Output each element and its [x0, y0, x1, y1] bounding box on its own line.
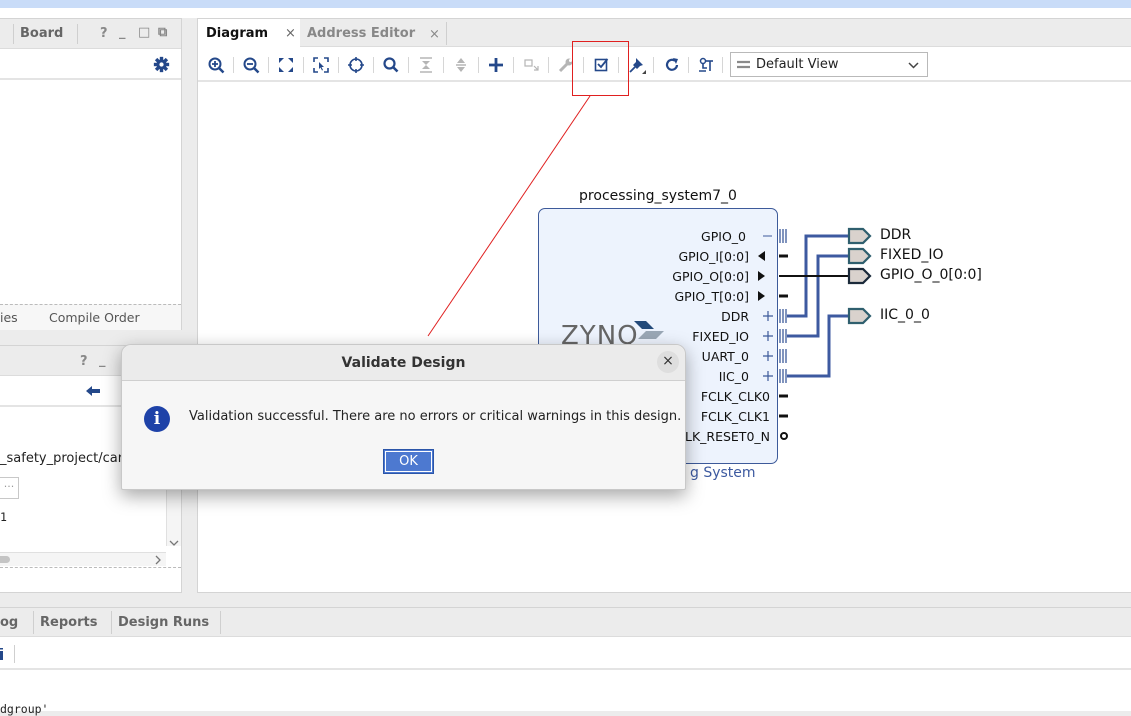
tab-separator: [33, 611, 34, 634]
ok-button[interactable]: OK: [383, 449, 434, 474]
info-icon: i: [144, 406, 170, 432]
ext-port-gpio-o-shape: [847, 267, 872, 285]
external-port-ddr[interactable]: DDR: [880, 227, 911, 243]
marker-gpio-i: [758, 251, 765, 261]
toolbar-separator: [14, 645, 15, 663]
console-line: dgroup': [0, 702, 49, 716]
bottom-tabbar: og Reports Design Runs: [0, 608, 1131, 637]
marker-gpio-o: [758, 271, 765, 281]
external-port-fixed-io[interactable]: FIXED_IO: [880, 247, 944, 263]
bus-wires: [787, 234, 848, 378]
wire-fixed-io: [787, 254, 848, 338]
tab-reports[interactable]: Reports: [40, 615, 97, 630]
external-port-gpio-o[interactable]: GPIO_O_0[0:0]: [880, 267, 982, 283]
ext-port-fixed-io-shape: [847, 247, 872, 265]
tab-separator: [220, 611, 221, 634]
tab-log[interactable]: og: [0, 615, 18, 630]
marker-ddr: [763, 311, 773, 321]
dialog-close-button[interactable]: ×: [657, 351, 679, 373]
ext-port-iic-shape: [847, 307, 872, 325]
ext-port-ddr-shape: [847, 227, 872, 245]
marker-fixed-io: [763, 331, 773, 341]
dialog-title: Validate Design: [341, 355, 466, 371]
tab-design-runs[interactable]: Design Runs: [118, 615, 209, 630]
marker-gpio-t: [758, 291, 765, 301]
marker-iic-0: [763, 371, 773, 381]
clear-icon[interactable]: [0, 648, 4, 660]
dialog-message: Validation successful. There are no erro…: [189, 409, 682, 424]
bus-pins: [779, 229, 787, 383]
bottom-panel: og Reports Design Runs dgroup': [0, 607, 1131, 716]
external-port-iic[interactable]: IIC_0_0: [880, 307, 930, 323]
bottom-toolbar: [0, 638, 1131, 670]
external-port-shapes: [847, 227, 872, 325]
validate-design-dialog: Validate Design × i Validation successfu…: [121, 344, 686, 490]
tab-separator: [111, 611, 112, 634]
reset-pin: [780, 432, 788, 440]
marker-uart-0: [763, 351, 773, 361]
port-markers: [758, 235, 773, 381]
